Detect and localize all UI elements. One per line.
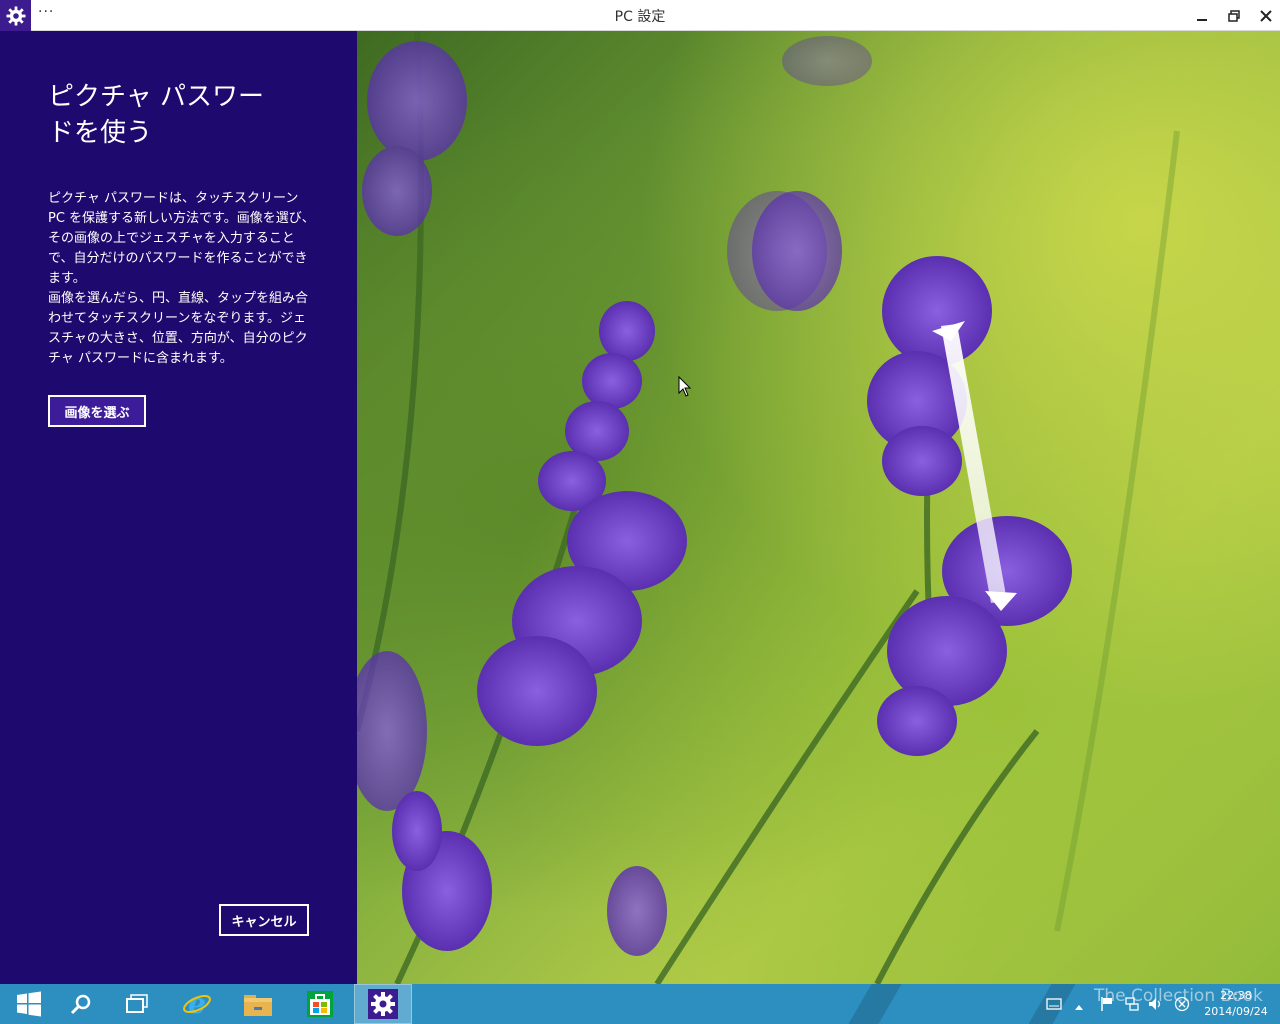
title-bar: ··· PC 設定	[0, 0, 1280, 31]
minimize-button[interactable]	[1186, 0, 1218, 31]
cancel-button[interactable]: キャンセル	[219, 904, 309, 936]
search-icon	[70, 994, 91, 1015]
description-paragraph-1: ピクチャ パスワードは、タッチスクリーン PC を保護する新しい方法です。画像を…	[48, 191, 315, 286]
task-view-button[interactable]	[108, 984, 166, 1024]
pc-settings-taskbar-button[interactable]	[354, 984, 412, 1024]
clock-time: 22:38	[1220, 989, 1252, 1002]
taskbar-decoration	[848, 984, 902, 1024]
restore-icon	[1228, 9, 1240, 22]
task-view-icon	[126, 994, 148, 1013]
choose-picture-button[interactable]: 画像を選ぶ	[48, 395, 146, 427]
folder-icon	[244, 995, 272, 1016]
show-hidden-icons-icon[interactable]	[1074, 998, 1084, 1017]
minimize-icon	[1197, 18, 1207, 21]
picture-gesture-area[interactable]	[357, 31, 1280, 984]
close-button[interactable]	[1250, 0, 1280, 31]
store-button[interactable]	[291, 984, 349, 1024]
action-center-flag-icon[interactable]	[1100, 996, 1114, 1016]
volume-icon[interactable]	[1148, 996, 1164, 1016]
store-icon	[307, 991, 333, 1017]
picture-password-panel: ピクチャ パスワードを使う ピクチャ パスワードは、タッチスクリーン PC を保…	[0, 31, 357, 984]
clock-date: 2014/09/24	[1204, 1005, 1268, 1018]
lavander-photo	[357, 31, 1180, 984]
gear-icon	[368, 989, 398, 1019]
file-explorer-button[interactable]	[229, 984, 287, 1024]
description-paragraph-2: 画像を選んだら、円、直線、タップを組み合わせてタッチスクリーンをなぞります。ジェ…	[48, 291, 309, 366]
taskbar: e The Collection Book 22:38 2014/09/24	[0, 984, 1280, 1024]
taskbar-clock[interactable]: 22:38 2014/09/24	[1196, 988, 1276, 1020]
start-button[interactable]	[0, 984, 58, 1024]
keyboard-icon[interactable]	[1046, 996, 1062, 1015]
search-button[interactable]	[52, 984, 110, 1024]
mouse-cursor-icon	[678, 375, 692, 397]
window-title: PC 設定	[614, 9, 666, 25]
svg-text:e: e	[188, 989, 206, 1019]
network-icon[interactable]	[1124, 996, 1140, 1016]
internet-explorer-icon: e	[183, 989, 211, 1019]
internet-explorer-button[interactable]: e	[168, 984, 226, 1024]
restore-button[interactable]	[1218, 0, 1250, 31]
windows-logo-icon	[17, 991, 41, 1017]
notification-close-icon[interactable]	[1174, 996, 1190, 1016]
close-icon	[1260, 9, 1272, 22]
page-title: ピクチャ パスワードを使う	[48, 82, 265, 148]
